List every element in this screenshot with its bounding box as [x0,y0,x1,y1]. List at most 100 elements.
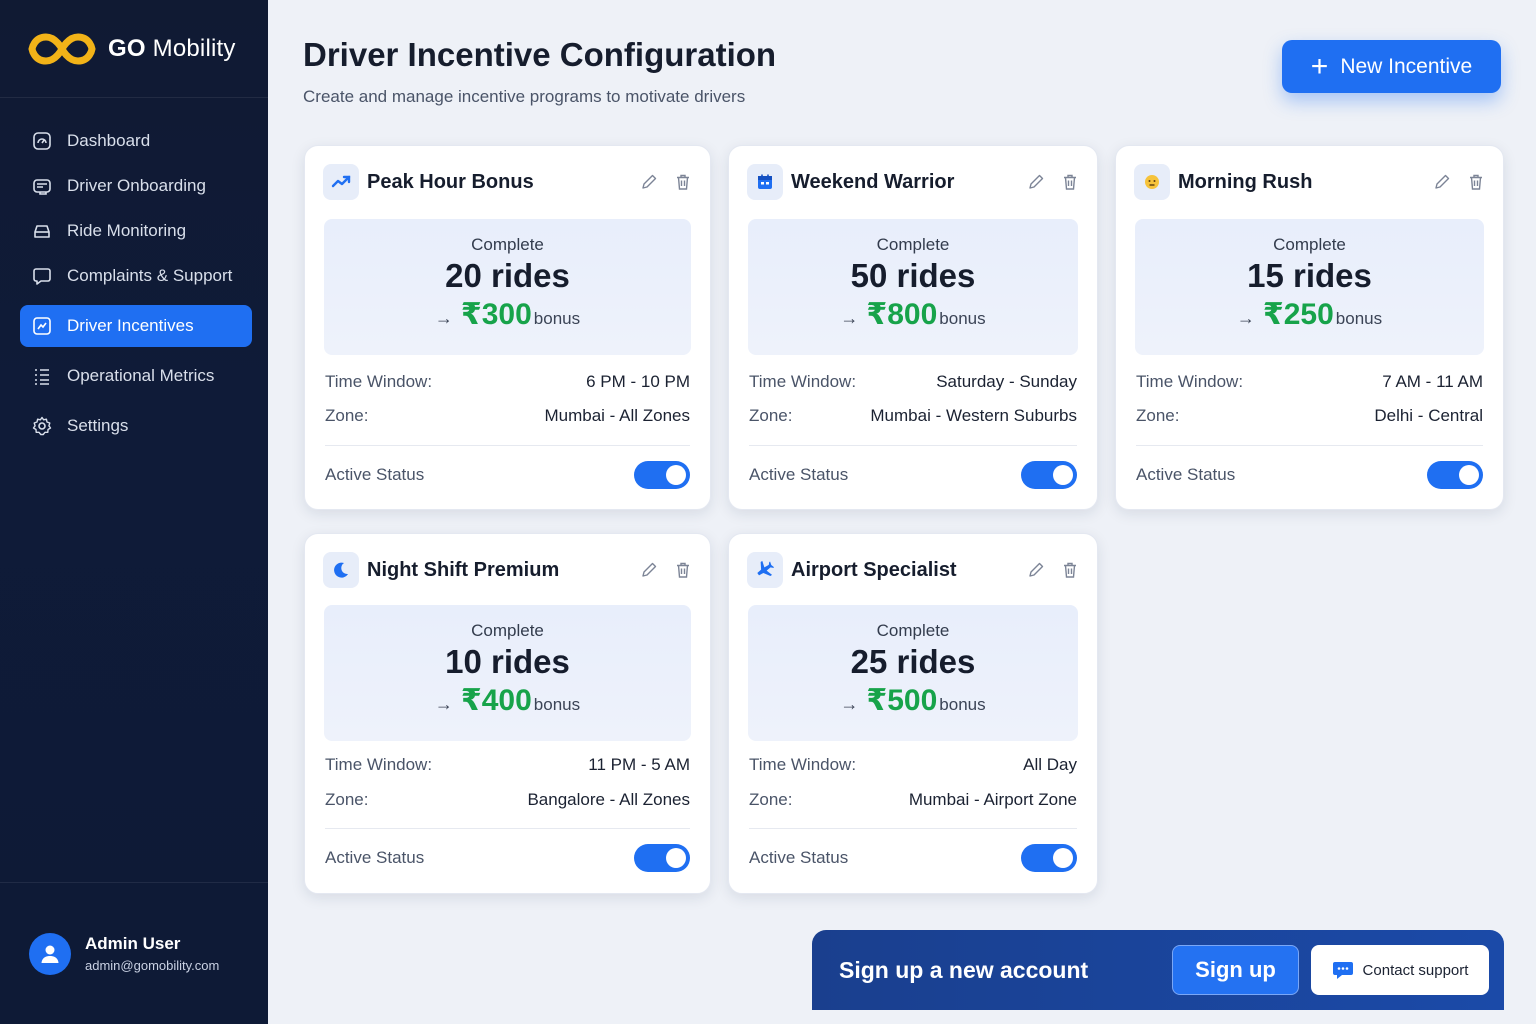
time-window-row: Time Window: 6 PM - 10 PM [325,372,690,391]
goal-label: Complete [471,235,544,254]
active-status-label: Active Status [325,465,425,484]
ride-goal: Complete 50 rides → ₹800 bonus [748,219,1078,355]
bonus-suffix: bonus [533,309,581,328]
zone-value: Delhi - Central [1374,406,1483,425]
bonus-amount: ₹500 [866,684,938,717]
edit-pencil-icon[interactable] [640,561,658,579]
sidebar-item-label: Driver Incentives [67,316,194,335]
goal-rides: 15 rides [1247,257,1372,294]
trash-icon[interactable] [674,173,692,191]
list-icon [35,369,49,385]
bonus-suffix: bonus [939,309,986,328]
sidebar-item-driver-incentives[interactable]: Driver Incentives [20,305,252,347]
bonus-suffix: bonus [533,695,581,714]
goal-rides: 50 rides [850,257,976,294]
ride-goal: Complete 25 rides → ₹500 bonus [748,605,1078,741]
bonus-amount: ₹400 [460,684,532,717]
active-status-row: Active Status [749,459,1077,491]
time-window-value: Saturday - Sunday [936,372,1077,391]
user-icon [41,945,59,963]
chat-icon [1332,962,1353,979]
incentive-card: Peak Hour Bonus Complete 20 rides → ₹300 b… [304,145,711,510]
bonus-amount: ₹800 [866,298,938,331]
sidebar-item-ride-monitoring[interactable]: Ride Monitoring [20,210,252,252]
trash-icon[interactable] [1061,561,1079,579]
incentive-card: Morning Rush Complete 15 rides → ₹250 bonu… [1115,145,1504,510]
active-toggle[interactable] [634,461,690,489]
chat-bubble-icon [33,268,51,285]
arrow-right-icon: → [1236,308,1255,328]
car-icon [34,225,50,238]
chart-square-icon [33,317,51,335]
goal-rides: 10 rides [445,643,570,680]
arrow-right-icon: → [840,694,859,714]
active-status-label: Active Status [1136,465,1236,484]
sidebar-item-settings[interactable]: Settings [20,405,252,447]
edit-pencil-icon[interactable] [640,173,658,191]
goal-label: Complete [876,235,950,254]
incentive-card: Airport Specialist Complete 25 rides → ₹5… [728,533,1098,894]
sign-up-button[interactable]: Sign up [1172,945,1299,995]
zone-row: Zone: Mumbai - Airport Zone [749,790,1077,809]
goal-label: Complete [876,621,950,640]
sidebar-item-driver-onboarding[interactable]: Driver Onboarding [20,165,252,207]
new-incentive-label: New Incentive [1340,54,1473,78]
sidebar-item-dashboard[interactable]: Dashboard [20,120,252,162]
trash-icon[interactable] [1061,173,1079,191]
active-toggle[interactable] [1427,461,1483,489]
contact-support-button[interactable]: Contact support [1311,945,1489,995]
incentive-title: Weekend Warrior [791,170,955,193]
sidebar-item-label: Driver Onboarding [67,176,206,195]
bonus-amount: ₹300 [460,298,532,331]
ride-goal: Complete 15 rides → ₹250 bonus [1135,219,1484,355]
divider [325,828,690,829]
zone-row: Zone: Delhi - Central [1136,406,1483,425]
active-toggle[interactable] [1021,844,1077,872]
banner-text: Sign up a new account [839,956,1089,983]
edit-pencil-icon[interactable] [1027,561,1045,579]
incentive-title: Morning Rush [1178,170,1313,193]
trash-icon[interactable] [1467,173,1485,191]
infinity-logo-icon [28,32,96,65]
divider [1136,445,1483,446]
sidebar-item-operational-metrics[interactable]: Operational Metrics [20,355,252,397]
active-status-row: Active Status [749,842,1077,874]
time-window-row: Time Window: 11 PM - 5 AM [325,755,690,774]
avatar [29,932,71,975]
active-toggle[interactable] [1021,461,1077,489]
zone-value: Mumbai - Western Suburbs [870,406,1077,425]
trending-up-icon [323,164,359,200]
sidebar: GO Mobility Dashboard Driver Onboarding … [0,0,268,1024]
sidebar-item-label: Complaints & Support [67,266,233,285]
bonus-suffix: bonus [1335,309,1383,328]
active-status-row: Active Status [1136,459,1483,491]
time-window-value: 7 AM - 11 AM [1382,372,1483,391]
new-incentive-button[interactable]: + New Incentive [1282,40,1501,93]
user-profile[interactable]: Admin User admin@gomobility.com [0,882,268,1024]
time-window-value: 6 PM - 10 PM [586,372,690,391]
user-email: admin@gomobility.com [85,958,220,973]
sidebar-item-complaints-support[interactable]: Complaints & Support [20,255,252,297]
brand[interactable]: GO Mobility [0,0,268,98]
edit-pencil-icon[interactable] [1027,173,1045,191]
ride-goal: Complete 20 rides → ₹300 bonus [324,219,691,355]
trash-icon[interactable] [674,561,692,579]
sidebar-item-label: Ride Monitoring [67,221,187,240]
time-window-value: 11 PM - 5 AM [588,755,690,774]
time-window-row: Time Window: Saturday - Sunday [749,372,1077,391]
brand-name: GO Mobility [108,34,236,62]
dashboard-icon [33,132,51,150]
divider [325,445,690,446]
active-status-row: Active Status [325,459,690,491]
zone-value: Bangalore - All Zones [527,790,690,809]
bonus-suffix: bonus [939,695,986,714]
signup-banner: Sign up a new account Sign up Contact su… [812,930,1504,1010]
active-toggle[interactable] [634,844,690,872]
active-status-label: Active Status [749,465,849,484]
arrow-right-icon: → [434,694,453,714]
active-status-label: Active Status [325,848,425,867]
incentive-title: Peak Hour Bonus [367,170,534,193]
goal-label: Complete [471,621,544,640]
edit-pencil-icon[interactable] [1433,173,1451,191]
time-window-value: All Day [1023,755,1077,774]
